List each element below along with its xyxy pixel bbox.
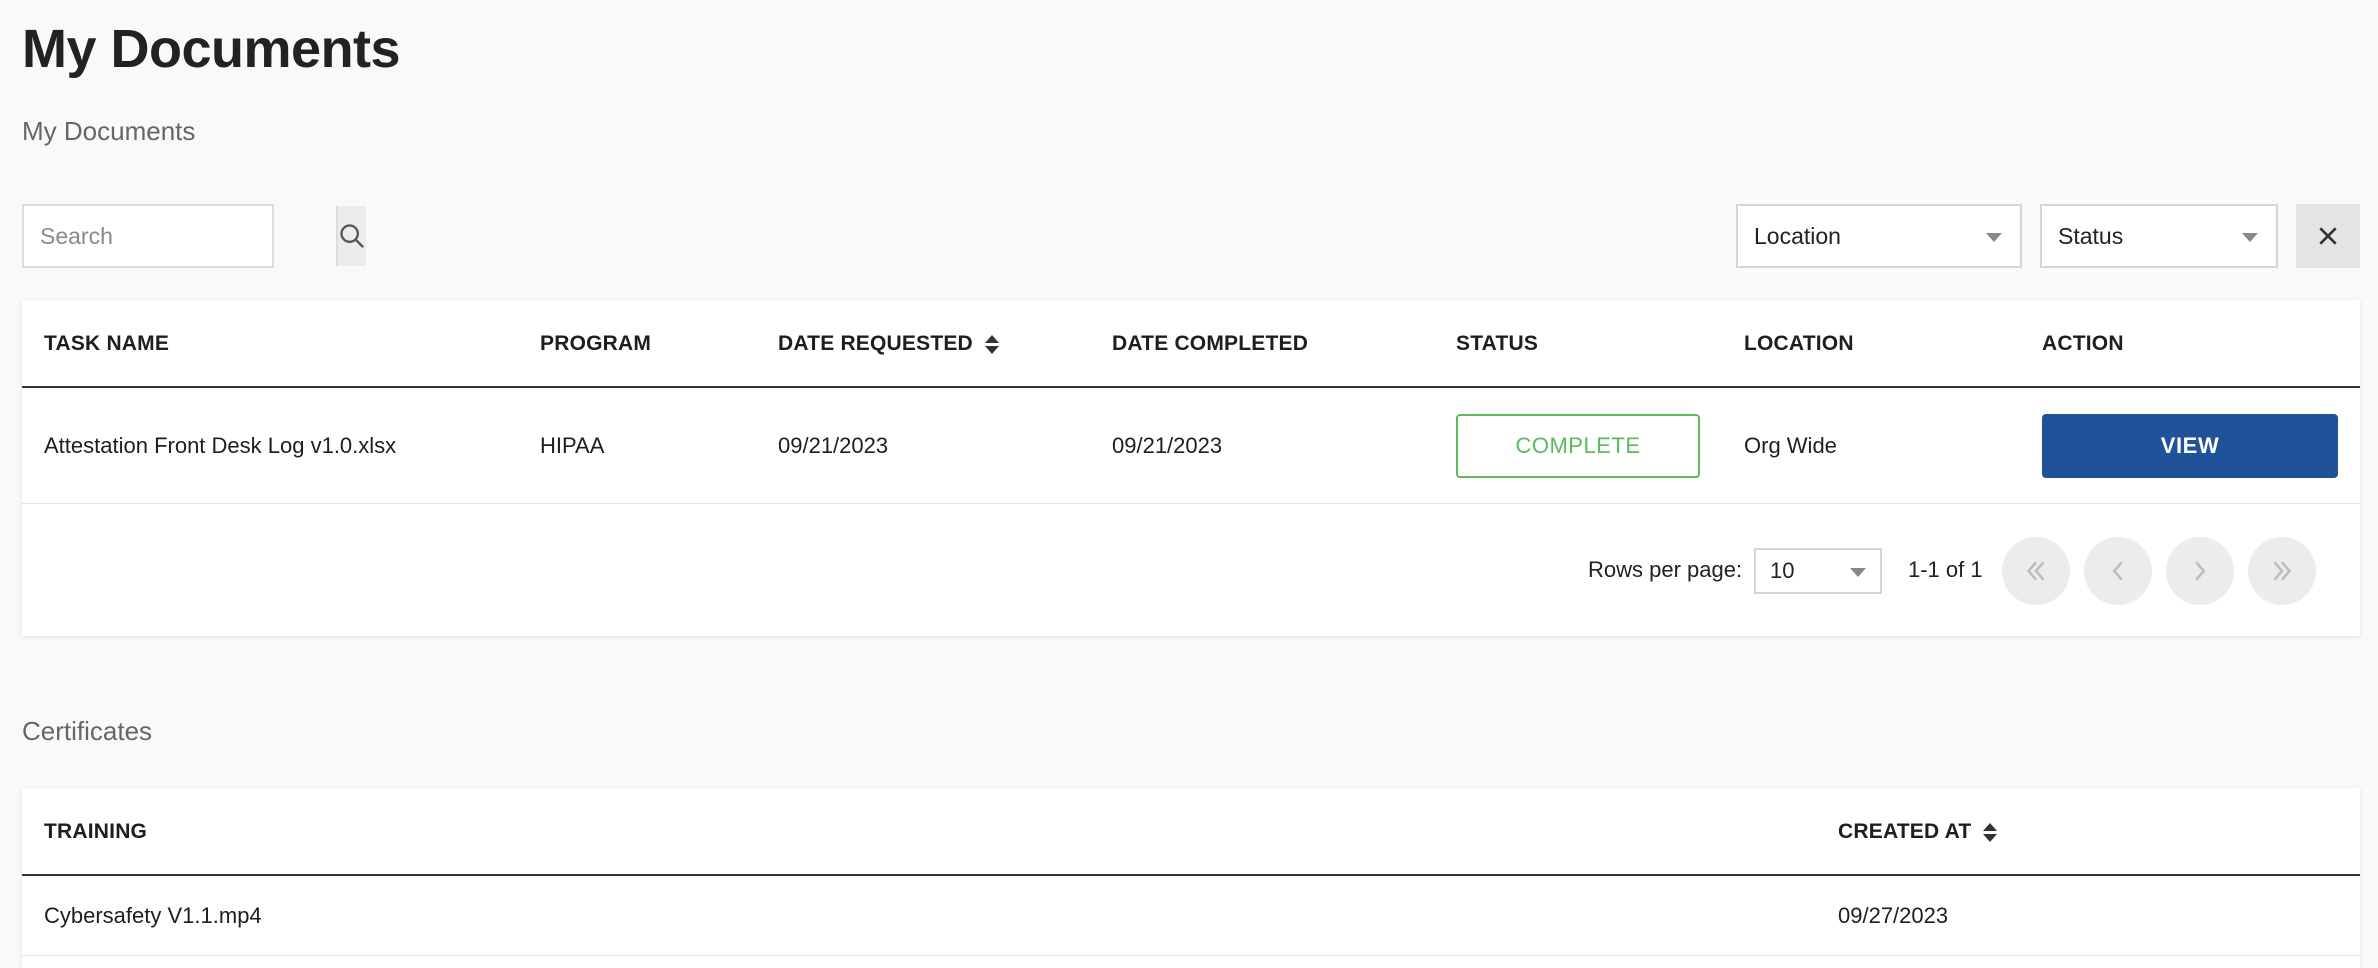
prev-page-button[interactable] (2084, 537, 2152, 605)
location-filter-select[interactable]: Location (1736, 204, 2022, 268)
cell-program: HIPAA (540, 432, 605, 458)
next-page-icon (2195, 561, 2206, 581)
header-created-at[interactable]: CREATED AT (1838, 788, 1998, 876)
chevron-down-icon (2242, 233, 2258, 242)
cell-date-requested: 09/21/2023 (778, 432, 889, 458)
header-action: ACTION (2042, 332, 2124, 355)
prev-page-icon (2112, 561, 2123, 581)
clear-filters-button[interactable] (2296, 204, 2360, 268)
cell-task-name: Attestation Front Desk Log v1.0.xlsx (44, 432, 397, 458)
table-row: Cybersafety V1.1.mp4 09/27/2023 (22, 876, 2360, 956)
header-status: STATUS (1456, 332, 1539, 355)
next-page-button[interactable] (2166, 537, 2234, 605)
close-icon (2319, 227, 2337, 245)
page-range: 1-1 of 1 (1908, 557, 1983, 582)
status-badge: COMPLETE (1456, 413, 1700, 478)
header-location: LOCATION (1744, 332, 1854, 355)
first-page-icon (2026, 561, 2045, 581)
cell-training: Cybersafety V1.1.mp4 (44, 902, 262, 928)
table-header: TASK NAME PROGRAM DATE REQUESTED DATE CO… (22, 300, 2360, 388)
location-filter-label: Location (1754, 222, 1841, 249)
table-header: TRAINING CREATED AT (22, 788, 2360, 876)
certificates-table: TRAINING CREATED AT Cybersafety V1.1.mp4… (22, 788, 2360, 968)
header-training: TRAINING (44, 820, 148, 843)
section-title-documents: My Documents (22, 116, 196, 146)
rows-per-page-label: Rows per page: (1588, 557, 1743, 582)
search-input[interactable] (24, 206, 336, 266)
chevron-down-icon (1986, 233, 2002, 242)
search-icon (340, 224, 364, 248)
chevron-down-icon (1850, 568, 1866, 577)
search-button[interactable] (336, 206, 366, 266)
view-button[interactable]: VIEW (2042, 413, 2338, 478)
table-row: Attestation Front Desk Log v1.0.xlsx HIP… (22, 388, 2360, 504)
cell-status: COMPLETE (1456, 388, 1700, 503)
status-filter-select[interactable]: Status (2040, 204, 2278, 268)
documents-table: TASK NAME PROGRAM DATE REQUESTED DATE CO… (22, 300, 2360, 636)
header-program: PROGRAM (540, 332, 652, 355)
search-box (22, 204, 366, 268)
rows-per-page-select[interactable]: 10 (1754, 548, 1882, 594)
cell-location: Org Wide (1744, 432, 1837, 458)
last-page-icon (2273, 561, 2292, 581)
page-title: My Documents (22, 19, 401, 79)
header-date-requested-label: DATE REQUESTED (778, 332, 973, 355)
last-page-button[interactable] (2248, 537, 2316, 605)
cell-action: VIEW (2042, 388, 2338, 503)
header-date-completed: DATE COMPLETED (1112, 332, 1309, 355)
sort-icon[interactable] (1983, 822, 1998, 842)
header-date-requested[interactable]: DATE REQUESTED (778, 300, 999, 388)
section-title-certificates: Certificates (22, 716, 153, 746)
rows-per-page-value: 10 (1770, 558, 1795, 583)
header-created-at-label: CREATED AT (1838, 820, 1972, 843)
status-filter-label: Status (2058, 222, 2124, 249)
cell-created-at: 09/27/2023 (1838, 902, 1949, 928)
pagination: Rows per page: 10 1-1 of 1 (22, 504, 2360, 636)
sort-icon[interactable] (984, 334, 999, 354)
cell-date-completed: 09/21/2023 (1112, 432, 1223, 458)
filter-toolbar: Location Status (22, 204, 2360, 268)
first-page-button[interactable] (2002, 537, 2070, 605)
header-task-name: TASK NAME (44, 332, 170, 355)
